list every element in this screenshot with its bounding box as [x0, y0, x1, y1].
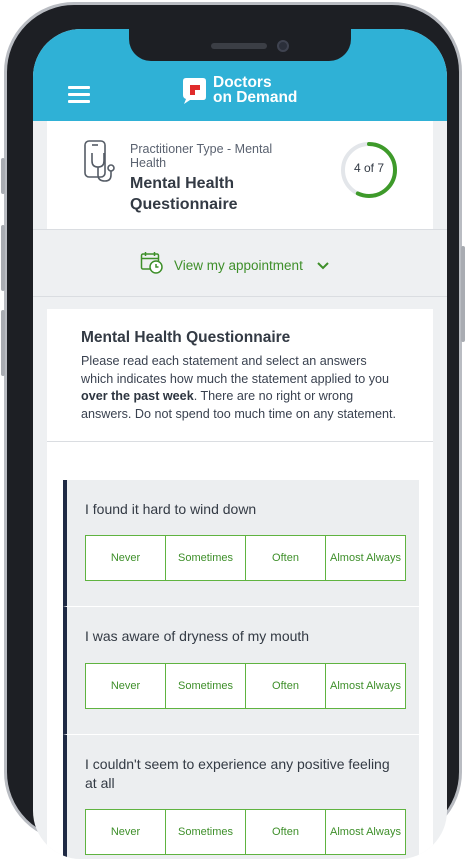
answer-options: Never Sometimes Often Almost Always	[85, 535, 406, 581]
brand-line-1: Doctors	[213, 74, 272, 91]
questionnaire-instructions: Please read each statement and select an…	[81, 353, 401, 423]
answer-almost-always[interactable]: Almost Always	[326, 810, 405, 854]
answer-almost-always[interactable]: Almost Always	[326, 536, 405, 580]
speaker-grille	[211, 43, 267, 49]
answer-often[interactable]: Often	[246, 536, 326, 580]
questionnaire-header-card: Practitioner Type - Mental Health Mental…	[47, 121, 433, 229]
answer-sometimes[interactable]: Sometimes	[166, 664, 246, 708]
question-text: I couldn't seem to experience any positi…	[85, 756, 390, 791]
questionnaire-intro: Mental Health Questionnaire Please read …	[47, 309, 433, 442]
view-appointment-toggle[interactable]: View my appointment	[140, 251, 329, 280]
view-appointment-label: View my appointment	[174, 258, 303, 273]
brand-name: Doctors on Demand	[213, 74, 298, 106]
calendar-clock-icon	[140, 251, 164, 280]
brand-logo: Doctors on Demand	[179, 75, 297, 105]
question-item: I couldn't seem to experience any positi…	[63, 735, 419, 859]
appointment-bar: View my appointment	[33, 229, 447, 297]
questionnaire-card: Mental Health Questionnaire Please read …	[47, 309, 433, 859]
phone-side-button	[1, 225, 5, 291]
stethoscope-phone-icon	[83, 139, 117, 190]
answer-options: Never Sometimes Often Almost Always	[85, 663, 406, 709]
answer-sometimes[interactable]: Sometimes	[166, 536, 246, 580]
answer-never[interactable]: Never	[86, 810, 166, 854]
instructions-text-1: Please read each statement and select an…	[81, 354, 390, 386]
question-text: I found it hard to wind down	[85, 501, 257, 517]
phone-side-button	[461, 246, 465, 342]
menu-icon[interactable]	[68, 86, 90, 103]
question-item: I was aware of dryness of my mouth Never…	[63, 607, 419, 735]
answer-often[interactable]: Often	[246, 664, 326, 708]
page-title: Mental Health Questionnaire	[130, 175, 238, 213]
instructions-emphasis: over the past week	[81, 389, 194, 403]
answer-options: Never Sometimes Often Almost Always	[85, 809, 406, 855]
questionnaire-title: Mental Health Questionnaire	[81, 329, 291, 346]
phone-frame: Doctors on Demand Practitioner Type - Me…	[4, 2, 462, 859]
phone-side-button	[1, 158, 5, 194]
brand-line-2: on Demand	[213, 89, 298, 106]
chevron-down-icon[interactable]	[317, 257, 329, 275]
question-text: I was aware of dryness of my mouth	[85, 628, 310, 644]
answer-almost-always[interactable]: Almost Always	[326, 664, 405, 708]
progress-ring: 4 of 7	[340, 141, 398, 199]
answer-never[interactable]: Never	[86, 664, 166, 708]
progress-label: 4 of 7	[353, 161, 385, 175]
logo-icon	[179, 75, 209, 105]
phone-notch	[129, 29, 351, 61]
answer-often[interactable]: Often	[246, 810, 326, 854]
answer-never[interactable]: Never	[86, 536, 166, 580]
answer-sometimes[interactable]: Sometimes	[166, 810, 246, 854]
phone-screen: Doctors on Demand Practitioner Type - Me…	[33, 29, 447, 859]
phone-side-button	[1, 310, 5, 376]
front-camera	[277, 40, 289, 52]
practitioner-type: Practitioner Type - Mental Health	[130, 142, 273, 170]
question-item: I found it hard to wind down Never Somet…	[63, 480, 419, 607]
